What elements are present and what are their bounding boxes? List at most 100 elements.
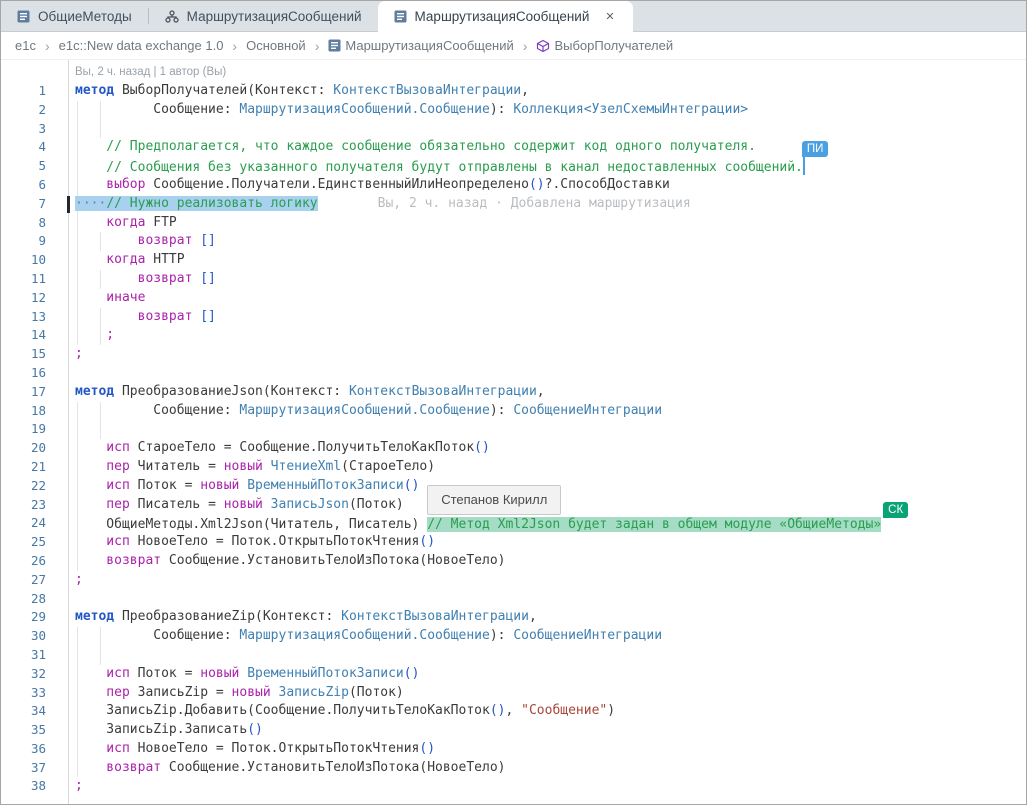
code-line-37[interactable]: 37 возврат Сообщение.УстановитьТелоИзПот… bbox=[1, 759, 1026, 778]
code-line-33[interactable]: 33 пер ЗаписьZip = новый ЗаписьZip(Поток… bbox=[1, 684, 1026, 703]
code-line-11[interactable]: 11 возврат [] bbox=[1, 270, 1026, 289]
line-number[interactable]: 15 bbox=[1, 345, 46, 364]
line-number[interactable]: 30 bbox=[1, 627, 46, 646]
code-line-1[interactable]: 1метод ВыборПолучателей(Контекст: Контек… bbox=[1, 82, 1026, 101]
line-number[interactable]: 4 bbox=[1, 138, 46, 157]
code-line-19[interactable]: 19 bbox=[1, 420, 1026, 439]
code-line-34[interactable]: 34 ЗаписьZip.Добавить(Сообщение.Получить… bbox=[1, 702, 1026, 721]
code-text: ; bbox=[75, 571, 83, 590]
line-number[interactable]: 16 bbox=[1, 364, 46, 383]
line-number[interactable]: 13 bbox=[1, 308, 46, 327]
code-line-16[interactable]: 16 bbox=[1, 364, 1026, 383]
line-number[interactable]: 23 bbox=[1, 496, 46, 515]
code-token: метод bbox=[75, 384, 114, 399]
line-number[interactable]: 28 bbox=[1, 590, 46, 609]
tab-close-icon[interactable]: ✕ bbox=[603, 9, 616, 24]
code-text: ЗаписьZip.Записать() bbox=[75, 721, 263, 740]
code-line-3[interactable]: 3 bbox=[1, 120, 1026, 139]
code-token: ; bbox=[75, 327, 114, 342]
code-line-7[interactable]: 7····// Нужно реализовать логикуВы, 2 ч.… bbox=[1, 195, 1026, 214]
code-token: [] bbox=[200, 233, 216, 248]
line-number[interactable]: 29 bbox=[1, 608, 46, 627]
breadcrumb-item[interactable]: e1c::New data exchange 1.0 bbox=[59, 38, 224, 53]
code-line-27[interactable]: 27; bbox=[1, 571, 1026, 590]
line-number[interactable]: 26 bbox=[1, 552, 46, 571]
code-line-28[interactable]: 28 bbox=[1, 590, 1026, 609]
code-editor[interactable]: Вы, 2 ч. назад | 1 автор (Вы) 1метод Выб… bbox=[1, 60, 1026, 805]
code-line-31[interactable]: 31 bbox=[1, 646, 1026, 665]
code-line-35[interactable]: 35 ЗаписьZip.Записать() bbox=[1, 721, 1026, 740]
code-token: метод bbox=[75, 609, 114, 624]
line-number[interactable]: 34 bbox=[1, 702, 46, 721]
code-line-30[interactable]: 30 Сообщение: МаршрутизацияСообщений.Соо… bbox=[1, 627, 1026, 646]
tab-2[interactable]: МаршрутизацияСообщений bbox=[149, 1, 378, 31]
line-number[interactable]: 24 bbox=[1, 514, 46, 533]
code-line-20[interactable]: 20 исп СтароеТело = Сообщение.ПолучитьТе… bbox=[1, 439, 1026, 458]
code-line-17[interactable]: 17метод ПреобразованиеJson(Контекст: Кон… bbox=[1, 383, 1026, 402]
code-line-10[interactable]: 10 когда HTTP bbox=[1, 251, 1026, 270]
code-line-36[interactable]: 36 исп НовоеТело = Поток.ОткрытьПотокЧте… bbox=[1, 740, 1026, 759]
line-number[interactable]: 36 bbox=[1, 740, 46, 759]
line-number[interactable]: 27 bbox=[1, 571, 46, 590]
code-line-21[interactable]: 21 пер Читатель = новый ЧтениеXml(Старое… bbox=[1, 458, 1026, 477]
line-number[interactable]: 20 bbox=[1, 439, 46, 458]
line-number[interactable]: 5 bbox=[1, 157, 46, 176]
line-number[interactable]: 32 bbox=[1, 665, 46, 684]
code-line-9[interactable]: 9 возврат [] bbox=[1, 232, 1026, 251]
code-line-5[interactable]: 5 // Сообщения без указанного получателя… bbox=[1, 157, 1026, 176]
line-number[interactable]: 17 bbox=[1, 383, 46, 402]
code-token: исп bbox=[75, 534, 130, 549]
breadcrumb-item[interactable]: e1c bbox=[15, 38, 36, 53]
line-number[interactable]: 14 bbox=[1, 326, 46, 345]
code-line-24[interactable]: 24 ОбщиеМетоды.Xml2Json(Читатель, Писате… bbox=[1, 514, 1026, 533]
line-number[interactable]: 7 bbox=[1, 195, 46, 214]
code-line-18[interactable]: 18 Сообщение: МаршрутизацияСообщений.Соо… bbox=[1, 402, 1026, 421]
code-line-15[interactable]: 15; bbox=[1, 345, 1026, 364]
line-number[interactable]: 8 bbox=[1, 214, 46, 233]
line-number[interactable]: 22 bbox=[1, 477, 46, 496]
line-number[interactable]: 21 bbox=[1, 458, 46, 477]
code-text: Сообщение: МаршрутизацияСообщений.Сообще… bbox=[75, 402, 662, 421]
code-token: возврат bbox=[75, 233, 192, 248]
code-text: Сообщение: МаршрутизацияСообщений.Сообще… bbox=[75, 627, 662, 646]
breadcrumb-label: e1c::New data exchange 1.0 bbox=[59, 38, 224, 53]
line-number[interactable]: 31 bbox=[1, 646, 46, 665]
code-line-6[interactable]: 6 выбор Сообщение.Получатели.Единственны… bbox=[1, 176, 1026, 195]
line-number[interactable]: 9 bbox=[1, 232, 46, 251]
line-number[interactable]: 19 bbox=[1, 420, 46, 439]
line-number[interactable]: 2 bbox=[1, 101, 46, 120]
line-number[interactable]: 37 bbox=[1, 759, 46, 778]
code-line-13[interactable]: 13 возврат [] bbox=[1, 308, 1026, 327]
line-number[interactable]: 35 bbox=[1, 721, 46, 740]
code-line-26[interactable]: 26 возврат Сообщение.УстановитьТелоИзПот… bbox=[1, 552, 1026, 571]
code-line-29[interactable]: 29метод ПреобразованиеZip(Контекст: Конт… bbox=[1, 608, 1026, 627]
breadcrumb-item[interactable]: Основной bbox=[246, 38, 306, 53]
code-token: когда bbox=[75, 252, 145, 267]
tab-1[interactable]: ОбщиеМетоды bbox=[1, 1, 148, 31]
code-token: Сообщение: bbox=[75, 628, 239, 643]
code-line-38[interactable]: 38; bbox=[1, 777, 1026, 796]
tab-3[interactable]: МаршрутизацияСообщений ✕ bbox=[378, 1, 633, 32]
line-number[interactable]: 3 bbox=[1, 120, 46, 139]
tab-label: МаршрутизацияСообщений bbox=[415, 9, 590, 24]
line-number[interactable]: 1 bbox=[1, 82, 46, 101]
code-line-4[interactable]: 4 // Предполагается, что каждое сообщени… bbox=[1, 138, 1026, 157]
code-token: пер bbox=[75, 685, 130, 700]
line-number[interactable]: 11 bbox=[1, 270, 46, 289]
code-line-32[interactable]: 32 исп Поток = новый ВременныйПотокЗапис… bbox=[1, 665, 1026, 684]
line-number[interactable]: 6 bbox=[1, 176, 46, 195]
line-number[interactable]: 10 bbox=[1, 251, 46, 270]
code-line-25[interactable]: 25 исп НовоеТело = Поток.ОткрытьПотокЧте… bbox=[1, 533, 1026, 552]
code-line-2[interactable]: 2 Сообщение: МаршрутизацияСообщений.Сооб… bbox=[1, 101, 1026, 120]
line-number[interactable]: 38 bbox=[1, 777, 46, 796]
breadcrumb-item[interactable]: МаршрутизацияСообщений bbox=[328, 38, 513, 53]
line-number[interactable]: 25 bbox=[1, 533, 46, 552]
line-number[interactable]: 12 bbox=[1, 289, 46, 308]
line-number[interactable]: 33 bbox=[1, 684, 46, 703]
code-line-14[interactable]: 14 ; bbox=[1, 326, 1026, 345]
breadcrumb-item[interactable]: ВыборПолучателей bbox=[536, 38, 673, 53]
code-token: ЗаписьJson bbox=[263, 497, 349, 512]
code-line-8[interactable]: 8 когда FTP bbox=[1, 214, 1026, 233]
line-number[interactable]: 18 bbox=[1, 402, 46, 421]
code-line-12[interactable]: 12 иначе bbox=[1, 289, 1026, 308]
